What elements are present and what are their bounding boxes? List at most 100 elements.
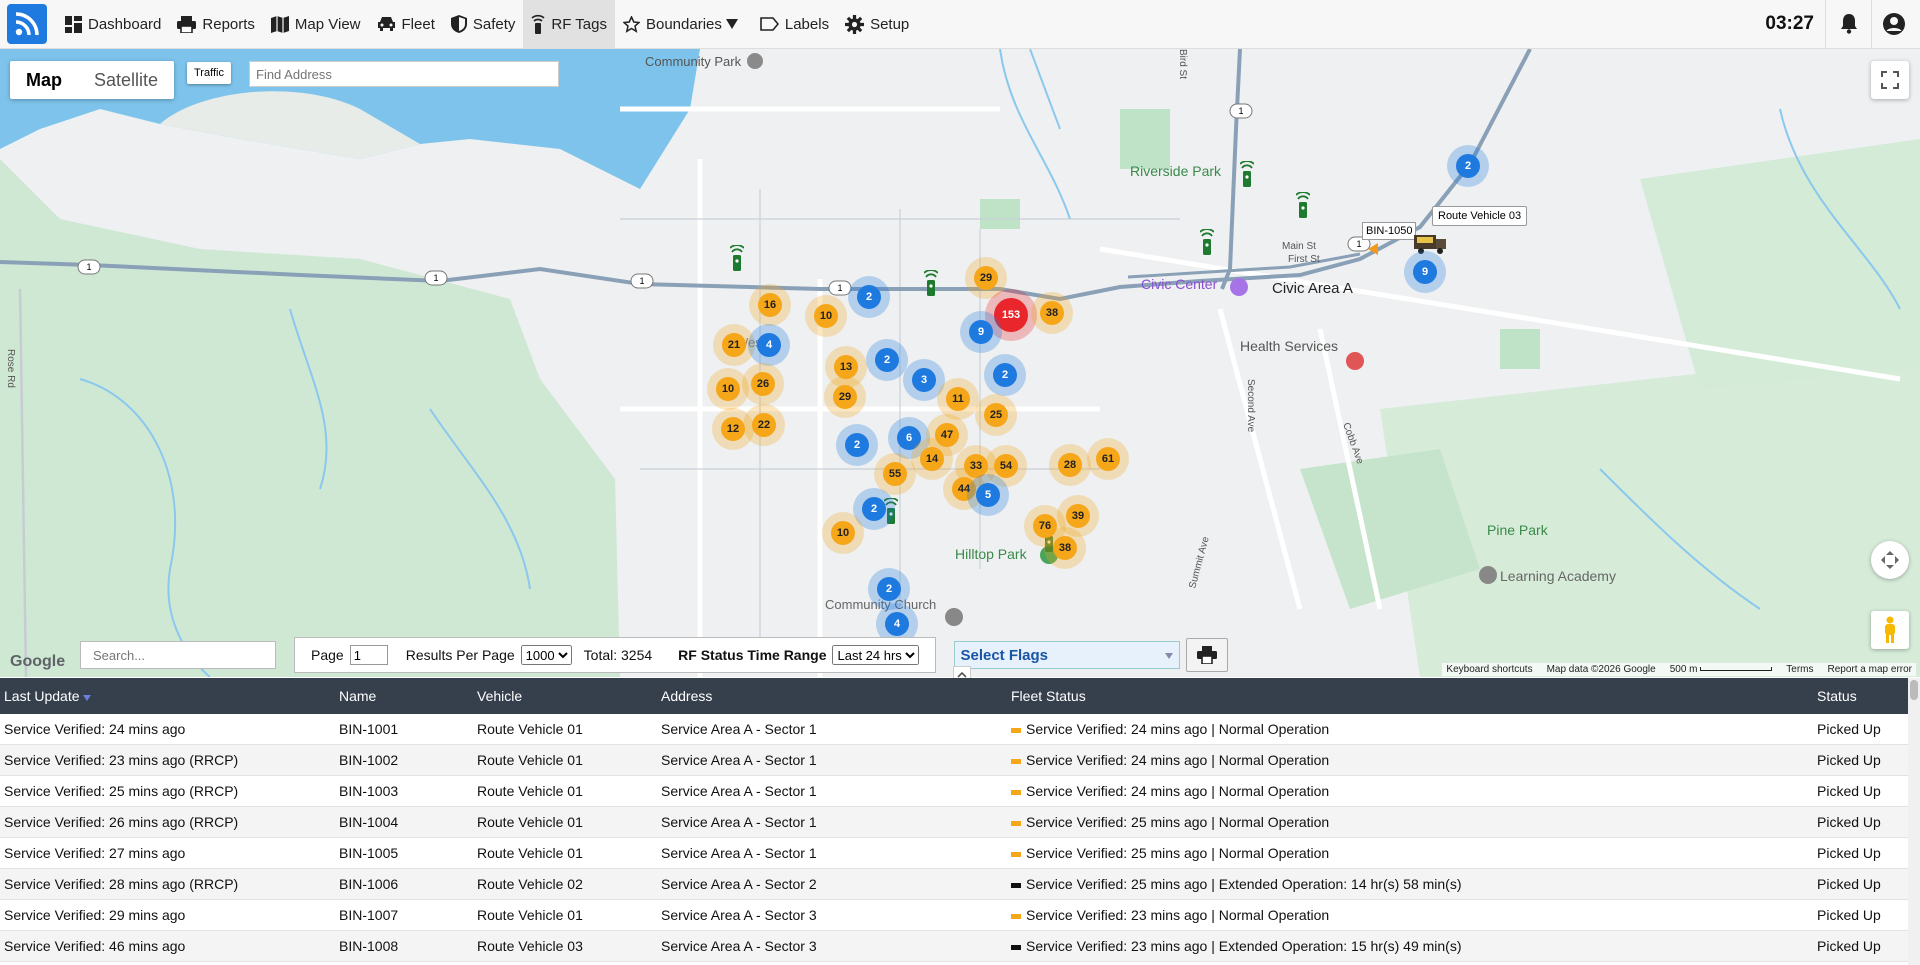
table-row[interactable]: Service Verified: 46 mins ago BIN-1008 Rou… [0, 930, 1908, 962]
table-row[interactable]: Service Verified: 27 mins ago BIN-1005 Rou… [0, 837, 1908, 869]
column-header-status[interactable]: Status [1813, 678, 1908, 714]
cell-fleet-status: Service Verified: 24 mins ago | Normal O… [1007, 714, 1813, 745]
cluster-marker[interactable]: 22 [752, 413, 776, 437]
table-scrollbar-thumb[interactable] [1910, 680, 1918, 700]
cell-status-text: Picked Up [1817, 814, 1881, 830]
table-scrollbar[interactable] [1908, 678, 1920, 965]
cluster-marker[interactable]: 2 [993, 363, 1017, 387]
bin-label: BIN-1050 [1362, 222, 1417, 240]
pan-control-icon[interactable] [1871, 541, 1909, 579]
cluster-marker[interactable]: 2 [857, 285, 881, 309]
cluster-marker[interactable]: 38 [1040, 301, 1064, 325]
cluster-marker[interactable]: 12 [721, 417, 745, 441]
cluster-marker[interactable]: 4 [885, 612, 909, 636]
cluster-marker[interactable]: 5 [976, 483, 1000, 507]
map-canvas[interactable]: 1 1 1 1 1 1 Community Park Riverside Par… [0, 49, 1920, 677]
table-header-row: Last Update Name Vehicle Address Fleet S… [0, 678, 1908, 714]
cluster-marker[interactable]: 2 [862, 497, 886, 521]
cluster-marker[interactable]: 29 [974, 266, 998, 290]
cluster-marker[interactable]: 16 [758, 293, 782, 317]
cluster-marker[interactable]: 61 [1096, 447, 1120, 471]
cell-fleet-status-text: Service Verified: 25 mins ago | Normal O… [1026, 845, 1330, 861]
cluster-marker[interactable]: 25 [984, 403, 1008, 427]
cluster-marker[interactable]: 39 [1066, 504, 1090, 528]
rf-tag-marker[interactable] [1199, 228, 1215, 262]
map-type-satellite[interactable]: Satellite [78, 61, 174, 99]
column-header-name[interactable]: Name [335, 678, 473, 714]
cluster-marker[interactable]: 38 [1053, 536, 1077, 560]
cluster-marker[interactable]: 2 [877, 577, 901, 601]
table-row[interactable]: Service Verified: 29 mins ago BIN-1007 Rou… [0, 899, 1908, 931]
nav-boundaries[interactable]: Boundaries [615, 0, 752, 48]
table-row[interactable]: Service Verified: 24 mins ago BIN-1001 Rou… [0, 714, 1908, 745]
cell-status-text: Picked Up [1817, 783, 1881, 799]
rf-status-range-select[interactable]: Last 24 hrs [832, 645, 920, 665]
bell-icon[interactable] [1838, 12, 1860, 39]
rf-tag-marker[interactable] [1239, 160, 1255, 194]
cluster-marker[interactable]: 3 [912, 368, 936, 392]
table-row[interactable]: Service Verified: 25 mins ago (RRCP) BIN-… [0, 775, 1908, 807]
nav-fleet[interactable]: Fleet [369, 0, 443, 48]
results-per-page-select[interactable]: 1000 [520, 645, 572, 665]
cluster-marker[interactable]: 14 [920, 447, 944, 471]
cluster-marker[interactable]: 29 [833, 385, 857, 409]
printer-icon [1197, 646, 1218, 664]
table-search-input[interactable] [80, 641, 276, 669]
status-flag-icon [1011, 882, 1021, 888]
cluster-marker[interactable]: 26 [751, 372, 775, 396]
page-number-input[interactable] [349, 645, 388, 665]
cluster-marker[interactable]: 2 [845, 433, 869, 457]
rf-tag-marker[interactable] [923, 269, 939, 303]
cell-last-update: Service Verified: 28 mins ago (RRCP) [0, 868, 335, 900]
print-button[interactable] [1186, 638, 1229, 672]
vehicle-label: Route Vehicle 03 [1432, 206, 1528, 226]
street-view-pegman-icon[interactable] [1871, 611, 1909, 649]
cell-fleet-status-text: Service Verified: 25 mins ago | Extended… [1026, 876, 1462, 892]
street-label-main-st: Main St [1282, 241, 1316, 252]
cluster-marker[interactable]: 9 [1413, 260, 1437, 284]
cluster-marker[interactable]: 11 [946, 387, 970, 411]
find-address-input[interactable] [249, 61, 559, 87]
cluster-marker[interactable]: 21 [722, 333, 746, 357]
rf-tag-marker[interactable] [1295, 191, 1311, 225]
cluster-marker[interactable]: 55 [883, 462, 907, 486]
column-header-fleet-status[interactable]: Fleet Status [1007, 678, 1813, 714]
column-header-vehicle[interactable]: Vehicle [473, 678, 657, 714]
street-label-second-ave: Second Ave [1245, 379, 1256, 433]
nav-setup[interactable]: Setup [837, 0, 917, 48]
terms-link[interactable]: Terms [1786, 664, 1813, 675]
nav-safety[interactable]: Safety [443, 0, 524, 48]
route-shield: 1 [86, 262, 91, 272]
cluster-marker[interactable]: 28 [1058, 453, 1082, 477]
nav-dashboard[interactable]: Dashboard [57, 0, 169, 48]
nav-reports[interactable]: Reports [169, 0, 263, 48]
nav-map-view[interactable]: Map View [263, 0, 369, 48]
cluster-marker[interactable]: 54 [994, 454, 1018, 478]
table-row[interactable]: Service Verified: 28 mins ago (RRCP) BIN-… [0, 868, 1908, 900]
traffic-toggle[interactable]: Traffic [187, 62, 231, 84]
app-logo-icon[interactable] [7, 4, 47, 44]
rf-status-range-label: RF Status Time Range [678, 647, 827, 663]
select-flags-dropdown[interactable]: Select Flags [954, 641, 1181, 669]
cluster-marker[interactable]: 10 [716, 377, 740, 401]
nav-labels[interactable]: Labels [752, 0, 837, 48]
nav-rf-tags[interactable]: RF Tags [523, 0, 615, 48]
cluster-marker[interactable]: 9 [969, 320, 993, 344]
cluster-marker[interactable]: 4 [757, 333, 781, 357]
gear-icon [845, 14, 865, 34]
report-map-error-link[interactable]: Report a map error [1828, 664, 1912, 675]
column-header-last-update[interactable]: Last Update [0, 678, 335, 714]
cluster-marker[interactable]: 10 [831, 521, 855, 545]
fullscreen-icon[interactable] [1871, 61, 1909, 99]
column-header-address[interactable]: Address [657, 678, 1007, 714]
rf-tag-marker[interactable] [729, 244, 745, 278]
table-row[interactable]: Service Verified: 23 mins ago (RRCP) BIN-… [0, 744, 1908, 776]
cluster-marker[interactable]: 10 [814, 304, 838, 328]
cluster-marker[interactable]: 2 [1456, 154, 1480, 178]
user-account-icon[interactable] [1882, 12, 1906, 41]
cell-address: Service Area A - Sector 3 [657, 930, 1007, 962]
keyboard-shortcuts-link[interactable]: Keyboard shortcuts [1446, 664, 1532, 675]
table-row[interactable]: Service Verified: 26 mins ago (RRCP) BIN-… [0, 806, 1908, 838]
cluster-marker[interactable]: 2 [875, 348, 899, 372]
map-type-map[interactable]: Map [10, 61, 78, 99]
